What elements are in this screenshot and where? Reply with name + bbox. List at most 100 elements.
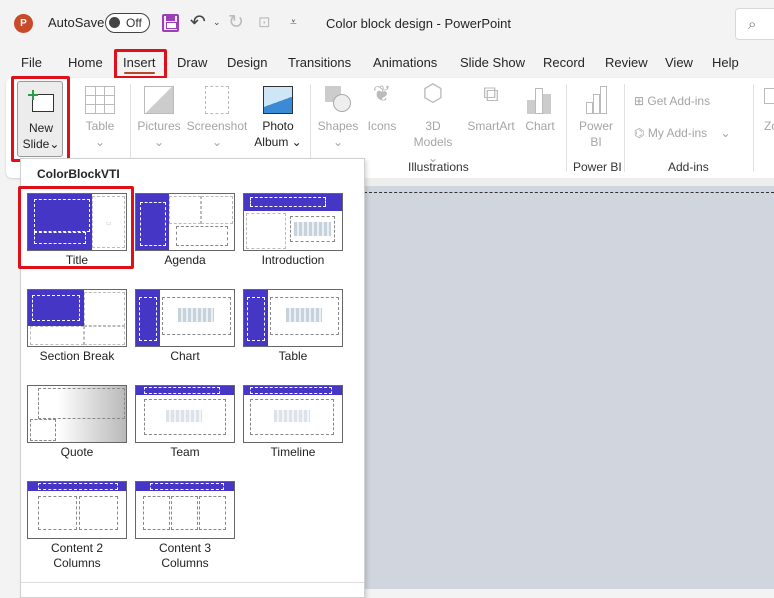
power-bi-icon (581, 86, 611, 114)
layout-label: Team (170, 445, 200, 459)
pictures-label: Pictures (137, 119, 181, 133)
power-bi-button[interactable]: Power BI (573, 86, 619, 150)
tab-slide-show[interactable]: Slide Show (460, 55, 525, 70)
layout-thumbnail (243, 289, 343, 347)
divider (753, 84, 754, 172)
document-title: Color block design - PowerPoint (326, 16, 511, 31)
layout-label: Introduction (261, 253, 325, 267)
smartart-icon: ⧉ (483, 81, 499, 106)
pictures-button[interactable]: Pictures ⌄ (136, 86, 182, 150)
present-icon[interactable]: ⊡ (258, 13, 271, 31)
cube-icon: ⬡ (422, 80, 444, 107)
shapes-button[interactable]: Shapes ⌄ (316, 86, 360, 150)
customize-qat-icon[interactable]: ⩡ (290, 15, 297, 30)
tab-draw[interactable]: Draw (177, 55, 207, 70)
layout-section-break[interactable]: Section Break (25, 289, 129, 364)
layout-thumbnail (27, 481, 127, 539)
icons-icon: ❦ (372, 81, 392, 106)
tab-design[interactable]: Design (227, 55, 267, 70)
divider (624, 84, 625, 172)
layout-introduction[interactable]: Introduction (241, 193, 345, 268)
layout-quote[interactable]: Quote (25, 385, 129, 460)
icons-button[interactable]: ❦ Icons (363, 81, 401, 134)
autosave-state: Off (126, 16, 142, 30)
tab-file[interactable]: File (21, 55, 42, 70)
smartart-button[interactable]: ⧉ SmartArt (463, 81, 519, 134)
screenshot-label: Screenshot (186, 119, 248, 133)
slide-canvas (364, 186, 774, 589)
autosave-toggle[interactable]: Off (105, 13, 150, 33)
layout-thumbnail (135, 289, 235, 347)
photo-album-icon (263, 86, 293, 114)
layout-label: Table (278, 349, 308, 363)
group-illustrations: Illustrations (408, 160, 469, 174)
layout-table[interactable]: Table (241, 289, 345, 364)
layout-thumbnail (135, 193, 235, 251)
photo-album-label-2: Album ⌄ (254, 135, 302, 149)
search-icon: ⌕ (748, 15, 757, 33)
search-button[interactable]: ⌕ (735, 8, 774, 40)
layout-label: Timeline (270, 445, 316, 459)
shapes-label: Shapes (317, 119, 359, 133)
shapes-icon (323, 86, 353, 114)
layout-chart[interactable]: Chart (133, 289, 237, 364)
chevron-down-icon: ⌄ (153, 135, 165, 149)
layout-content-3-columns[interactable]: Content 3 Columns (133, 481, 237, 571)
insert-tab-highlight (114, 49, 167, 79)
tab-home[interactable]: Home (68, 55, 103, 70)
layout-agenda[interactable]: Agenda (133, 193, 237, 268)
undo-dropdown-icon[interactable]: ⌄ (213, 17, 221, 28)
tab-review[interactable]: Review (605, 55, 648, 70)
tab-transitions[interactable]: Transitions (288, 55, 351, 70)
layout-thumbnail (27, 385, 127, 443)
redo-icon[interactable]: ↻ (228, 11, 244, 34)
layout-label: Chart (170, 349, 200, 363)
title-layout-highlight (18, 186, 134, 269)
layout-timeline[interactable]: Timeline (241, 385, 345, 460)
smartart-label: SmartArt (467, 119, 515, 133)
tab-view[interactable]: View (665, 55, 693, 70)
photo-album-label-1: Photo (262, 119, 294, 133)
layout-label: Content 3 Columns (158, 541, 212, 570)
powerpoint-logo-icon: P (14, 14, 33, 33)
divider (566, 84, 567, 172)
layout-label: Agenda (164, 253, 206, 267)
photo-album-button[interactable]: Photo Album ⌄ (254, 86, 302, 150)
icons-label: Icons (367, 119, 397, 133)
save-icon[interactable] (162, 14, 179, 32)
layout-thumbnail (27, 289, 127, 347)
zoom-button-partial[interactable]: Zo (764, 88, 774, 134)
tab-record[interactable]: Record (543, 55, 585, 70)
power-bi-label-1: Power (578, 119, 613, 133)
divider (21, 582, 364, 583)
undo-icon[interactable]: ↶ (190, 11, 206, 34)
chart-icon (525, 86, 555, 114)
layout-thumbnail (135, 481, 235, 539)
table-icon (85, 86, 115, 114)
table-label: Table (85, 119, 115, 133)
layout-team[interactable]: Team (133, 385, 237, 460)
screenshot-icon (205, 86, 229, 114)
layout-content-2-columns[interactable]: Content 2 Columns (25, 481, 129, 571)
new-slide-highlight (11, 76, 70, 162)
get-addins-button[interactable]: ⊞ Get Add-ins (634, 93, 710, 109)
group-addins: Add-ins (668, 160, 709, 174)
store-icon: ⊞ (634, 94, 645, 108)
tab-help[interactable]: Help (712, 55, 739, 70)
my-addins-button[interactable]: ⌬ My Add-ins ⌄ (634, 125, 731, 141)
screenshot-button[interactable]: Screenshot ⌄ (186, 86, 248, 150)
chart-label: Chart (525, 119, 555, 133)
chevron-down-icon: ⌄ (94, 135, 106, 149)
addins-icon: ⌬ (634, 126, 645, 140)
group-power-bi: Power BI (573, 160, 622, 174)
3d-models-button[interactable]: ⬡ 3D Models ⌄ (410, 80, 456, 166)
toggle-knob (109, 17, 120, 28)
layout-thumbnail (243, 193, 343, 251)
table-button[interactable]: Table ⌄ (80, 86, 120, 150)
tab-animations[interactable]: Animations (373, 55, 437, 70)
chevron-down-icon: ⌄ (720, 126, 731, 140)
power-bi-label-2: BI (590, 135, 602, 149)
chevron-down-icon: ⌄ (211, 135, 223, 149)
zoom-icon (764, 88, 774, 104)
chart-button[interactable]: Chart (522, 86, 558, 134)
